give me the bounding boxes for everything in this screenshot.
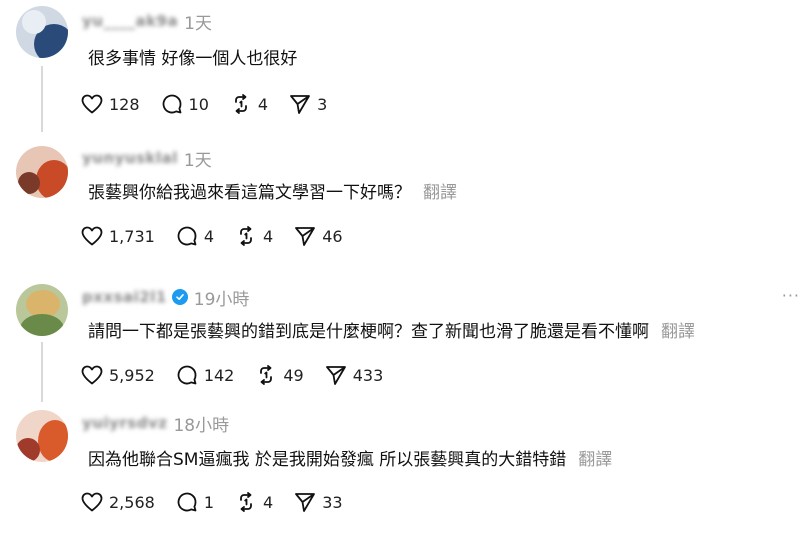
repost-button[interactable]: 4	[234, 490, 273, 514]
repost-icon	[240, 492, 252, 512]
comment-body: 因為他聯合SM逼瘋我 於是我開始發瘋 所以張藝興真的大錯特錯	[88, 450, 567, 470]
repost-count: 49	[283, 365, 304, 385]
heart-icon	[81, 94, 103, 114]
share-count: 33	[322, 492, 343, 512]
translate-link[interactable]: 翻譯	[661, 322, 695, 342]
action-bar: 128 10 4 3	[80, 91, 347, 117]
reply-icon	[177, 226, 197, 246]
timestamp[interactable]: 19小時	[194, 285, 250, 310]
repost-button[interactable]: 4	[229, 92, 268, 116]
avatar[interactable]	[16, 284, 68, 336]
reply-icon	[177, 365, 197, 385]
send-icon	[295, 493, 316, 512]
repost-button[interactable]: 4	[234, 224, 273, 248]
comment-body: 很多事情 好像一個人也很好	[88, 49, 298, 69]
more-options-icon[interactable]: ···	[782, 286, 800, 305]
repost-count: 4	[257, 94, 269, 114]
share-button[interactable]: 46	[293, 224, 343, 248]
like-count: 2,568	[109, 492, 155, 512]
reply-count: 1	[203, 492, 214, 512]
comment-2: yunyusklal 1天 張藝興你給我過來看這篇文學習一下好嗎？ 翻譯 1,73…	[0, 140, 800, 270]
comment-text: 請問一下都是張藝興的錯到底是什麼梗啊？查了新聞也滑了脆還是看不懂啊 翻譯	[88, 317, 695, 342]
like-button[interactable]: 5,952	[80, 363, 155, 387]
avatar[interactable]	[16, 146, 68, 198]
share-count: 433	[352, 365, 384, 385]
timestamp[interactable]: 18小時	[173, 411, 229, 436]
share-button[interactable]: 33	[293, 490, 343, 514]
avatar[interactable]	[16, 410, 68, 462]
avatar[interactable]	[16, 6, 68, 58]
reply-icon	[162, 94, 181, 114]
comment-body: 張藝興你給我過來看這篇文學習一下好嗎？	[88, 183, 411, 203]
timestamp[interactable]: 1天	[184, 9, 212, 34]
like-button[interactable]: 1,731	[80, 224, 155, 248]
action-bar: 5,952 142 49 433	[80, 362, 403, 388]
username[interactable]: yunyusklal	[82, 149, 178, 167]
send-icon	[325, 366, 346, 385]
comment-meta: pxxsai2l1 19小時	[82, 285, 250, 310]
username[interactable]: pxxsai2l1	[82, 288, 167, 306]
comment-meta: yuiyrsdvz 18小時	[82, 411, 229, 436]
reply-count: 142	[203, 365, 235, 385]
like-count: 5,952	[109, 365, 155, 385]
thread-line	[41, 342, 43, 402]
username[interactable]: yu____ak9a	[82, 12, 178, 30]
translate-link[interactable]: 翻譯	[578, 450, 612, 470]
comment-body: 請問一下都是張藝興的錯到底是什麼梗啊？查了新聞也滑了脆還是看不懂啊	[88, 322, 649, 342]
translate-link[interactable]: 翻譯	[423, 183, 457, 203]
send-icon	[295, 227, 316, 246]
verified-badge-icon	[171, 289, 188, 305]
repost-button[interactable]: 49	[254, 363, 304, 387]
heart-icon	[81, 365, 103, 385]
reply-button[interactable]: 4	[175, 224, 214, 248]
comment-text: 張藝興你給我過來看這篇文學習一下好嗎？ 翻譯	[88, 178, 457, 203]
comment-4: yuiyrsdvz 18小時 因為他聯合SM逼瘋我 於是我開始發瘋 所以張藝興真…	[0, 408, 800, 533]
comment-meta: yunyusklal 1天	[82, 146, 212, 171]
heart-icon	[81, 226, 103, 246]
heart-icon	[81, 492, 103, 512]
like-count: 128	[109, 94, 140, 114]
comment-text: 很多事情 好像一個人也很好	[88, 44, 297, 69]
comment-text: 因為他聯合SM逼瘋我 於是我開始發瘋 所以張藝興真的大錯特錯 翻譯	[88, 445, 612, 470]
share-count: 3	[317, 94, 328, 114]
reply-count: 4	[203, 226, 214, 246]
like-count: 1,731	[109, 226, 155, 246]
comment-meta: yu____ak9a 1天	[82, 9, 212, 34]
repost-count: 4	[263, 492, 274, 512]
send-icon	[290, 95, 310, 114]
share-count: 46	[322, 226, 343, 246]
timestamp[interactable]: 1天	[184, 146, 212, 171]
share-button[interactable]: 433	[324, 363, 384, 387]
reply-count: 10	[188, 94, 209, 114]
reply-button[interactable]: 10	[160, 92, 209, 116]
share-button[interactable]: 3	[288, 92, 327, 116]
repost-icon	[235, 94, 247, 114]
reply-button[interactable]: 142	[175, 363, 235, 387]
comment-1: yu____ak9a 1天 很多事情 好像一個人也很好 128 10 4 3	[0, 0, 800, 140]
repost-icon	[260, 365, 273, 385]
action-bar: 1,731 4 4 46	[80, 223, 363, 249]
repost-count: 4	[263, 226, 274, 246]
reply-icon	[177, 492, 197, 512]
reply-button[interactable]: 1	[175, 490, 214, 514]
like-button[interactable]: 128	[80, 92, 140, 116]
like-button[interactable]: 2,568	[80, 490, 155, 514]
action-bar: 2,568 1 4 33	[80, 489, 363, 515]
thread-line	[41, 66, 43, 132]
username[interactable]: yuiyrsdvz	[82, 414, 167, 432]
repost-icon	[240, 226, 252, 246]
comment-3: pxxsai2l1 19小時 ··· 請問一下都是張藝興的錯到底是什麼梗啊？查了…	[0, 280, 800, 405]
